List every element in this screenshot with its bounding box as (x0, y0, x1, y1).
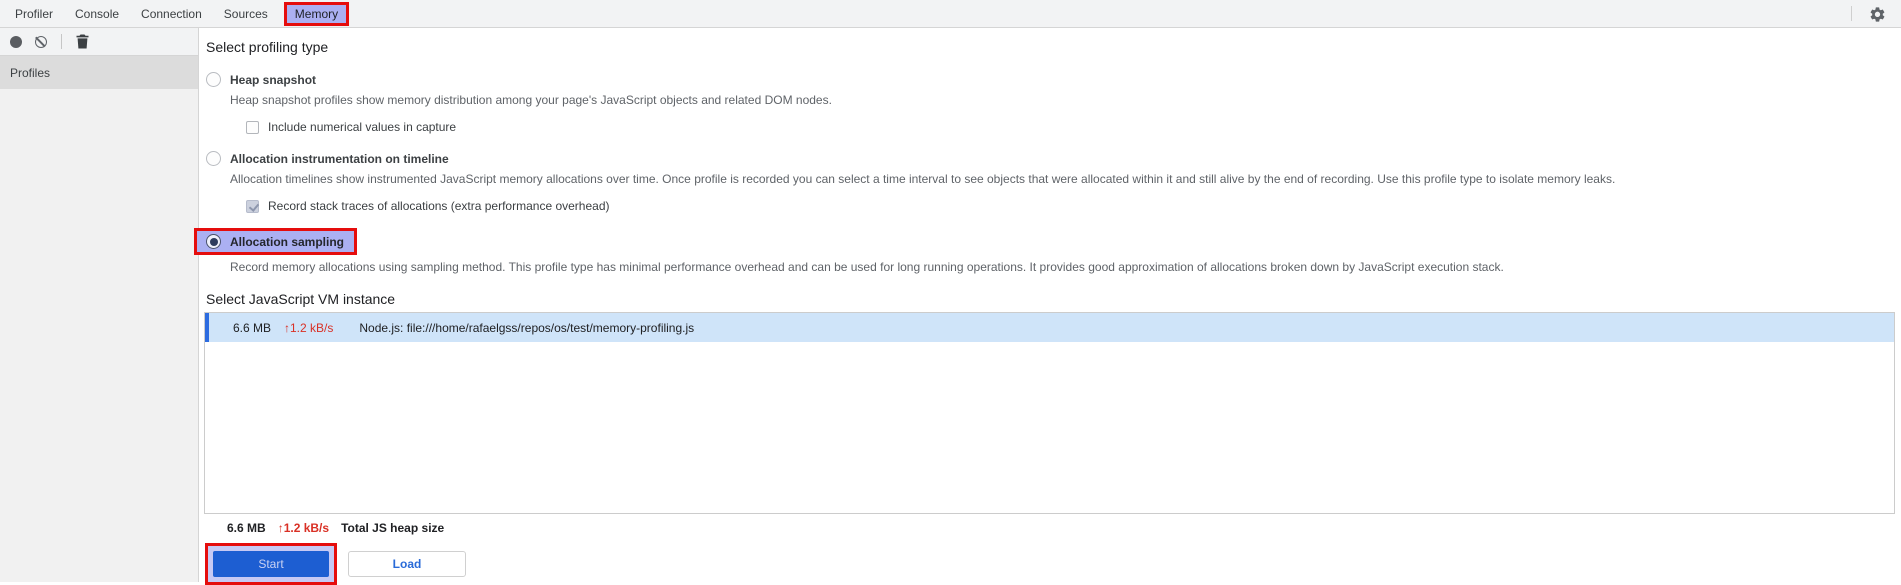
toolbar-separator (61, 34, 62, 49)
action-buttons-row: Start Load (205, 543, 1901, 585)
heap-snapshot-description: Heap snapshot profiles show memory distr… (230, 93, 832, 107)
memory-toolbar (0, 28, 199, 56)
profiles-sidebar: Profiles (0, 56, 199, 582)
include-numerical-values-checkbox[interactable] (246, 120, 259, 134)
record-stack-traces-row[interactable]: Record stack traces of allocations (extr… (246, 199, 1901, 213)
tabbar-divider (1851, 6, 1852, 21)
vm-heap-size: 6.6 MB (232, 320, 271, 335)
allocation-sampling-description: Record memory allocations using sampling… (230, 260, 1504, 274)
allocation-sampling-label[interactable]: Allocation sampling (230, 235, 344, 249)
total-heap-size-value: 6.6 MB (227, 521, 266, 535)
start-button[interactable]: Start (213, 551, 329, 577)
option-heap-snapshot[interactable]: Heap snapshot (206, 72, 1901, 87)
tab-profiler[interactable]: Profiler (4, 0, 64, 27)
annotation-box-start: Start (205, 543, 337, 585)
heap-snapshot-label: Heap snapshot (230, 72, 317, 87)
include-numerical-values-label: Include numerical values in capture (268, 120, 457, 134)
allocation-timeline-label: Allocation instrumentation on timeline (230, 151, 449, 166)
include-numerical-values-row[interactable]: Include numerical values in capture (246, 120, 1901, 134)
total-heap-rate-value: ↑1.2 kB/s (277, 521, 330, 535)
vm-heap-rate: ↑1.2 kB/s (284, 320, 334, 335)
total-heap-size-label: Total JS heap size (341, 521, 445, 535)
vm-instance-heading: Select JavaScript VM instance (206, 291, 396, 307)
tab-console[interactable]: Console (64, 0, 130, 27)
record-icon[interactable] (10, 35, 22, 48)
tab-sources[interactable]: Sources (213, 0, 279, 27)
allocation-sampling-radio[interactable] (206, 234, 221, 249)
record-stack-traces-checkbox[interactable] (246, 199, 259, 213)
tab-memory[interactable]: Memory (283, 1, 350, 26)
load-button[interactable]: Load (348, 551, 466, 577)
memory-panel: Select profiling type Heap snapshot Heap… (194, 28, 1901, 585)
allocation-timeline-description: Allocation timelines show instrumented J… (230, 172, 1616, 186)
profiling-type-heading: Select profiling type (206, 39, 329, 55)
record-stack-traces-label: Record stack traces of allocations (extr… (268, 199, 610, 213)
trash-icon-glyph (76, 34, 89, 49)
gear-icon-glyph (1870, 6, 1884, 22)
tab-connection[interactable]: Connection (130, 0, 213, 27)
heap-snapshot-radio[interactable] (206, 72, 221, 87)
clear-icon[interactable] (35, 35, 47, 48)
allocation-timeline-radio[interactable] (206, 151, 221, 166)
vm-instance-table: 6.6 MB ↑1.2 kB/s Node.js: file:///home/r… (204, 312, 1895, 514)
total-heap-footer: 6.6 MB ↑1.2 kB/s Total JS heap size (227, 521, 1901, 535)
trash-icon[interactable] (76, 34, 89, 49)
devtools-tabbar: Profiler Console Connection Sources Memo… (0, 0, 1901, 28)
sidebar-item-profiles[interactable]: Profiles (0, 56, 198, 89)
gear-icon[interactable] (1868, 5, 1886, 23)
vm-instance-row[interactable]: 6.6 MB ↑1.2 kB/s Node.js: file:///home/r… (205, 313, 1894, 342)
annotation-box-allocation-sampling: Allocation sampling (194, 228, 358, 255)
option-allocation-timeline[interactable]: Allocation instrumentation on timeline (206, 151, 1901, 166)
vm-instance-name: Node.js: file:///home/rafaelgss/repos/os… (359, 320, 695, 335)
